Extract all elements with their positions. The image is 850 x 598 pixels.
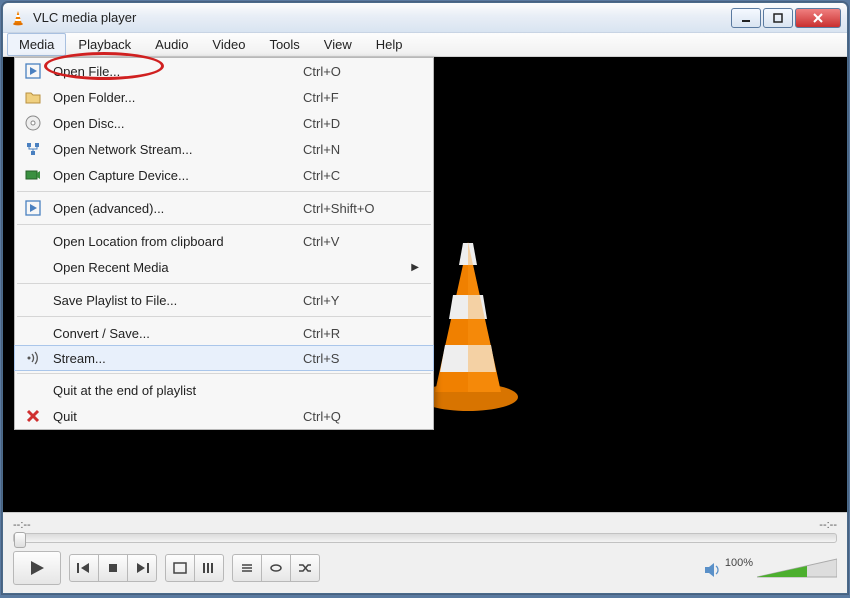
menu-item-label: Open Disc...	[53, 116, 303, 131]
menu-separator	[17, 316, 431, 317]
menu-item-label: Open File...	[53, 64, 303, 79]
menu-separator	[17, 283, 431, 284]
previous-button[interactable]	[69, 554, 99, 582]
menu-playback[interactable]: Playback	[66, 33, 143, 56]
loop-button[interactable]	[261, 554, 291, 582]
blank-icon	[21, 231, 45, 251]
menu-separator	[17, 373, 431, 374]
network-icon	[21, 139, 45, 159]
menu-item-label: Open Network Stream...	[53, 142, 303, 157]
shuffle-button[interactable]	[290, 554, 320, 582]
menu-view[interactable]: View	[312, 33, 364, 56]
menu-item-label: Open Capture Device...	[53, 168, 303, 183]
menu-item-label: Open Folder...	[53, 90, 303, 105]
disc-icon	[21, 113, 45, 133]
time-remaining: --:--	[819, 519, 837, 531]
stream-icon	[21, 348, 45, 368]
menu-item-label: Save Playlist to File...	[53, 293, 303, 308]
menu-item-shortcut: Ctrl+C	[303, 168, 423, 183]
menu-item-open-disc[interactable]: Open Disc...Ctrl+D	[15, 110, 433, 136]
menu-item-shortcut: Ctrl+N	[303, 142, 423, 157]
menu-item-shortcut: Ctrl+O	[303, 64, 423, 79]
menu-video[interactable]: Video	[200, 33, 257, 56]
menu-item-shortcut: Ctrl+Y	[303, 293, 423, 308]
blank-icon	[21, 290, 45, 310]
play-file-icon	[21, 61, 45, 81]
volume-control: 100%	[703, 557, 837, 579]
close-button[interactable]	[795, 8, 841, 28]
fullscreen-button[interactable]	[165, 554, 195, 582]
menu-item-quit-at-the-end-of-playlist[interactable]: Quit at the end of playlist	[15, 377, 433, 403]
menu-item-stream[interactable]: Stream...Ctrl+S	[14, 345, 434, 371]
menu-item-open-network-stream[interactable]: Open Network Stream...Ctrl+N	[15, 136, 433, 162]
playlist-group	[232, 554, 320, 582]
media-menu-dropdown: Open File...Ctrl+OOpen Folder...Ctrl+FOp…	[14, 57, 434, 430]
blank-icon	[21, 257, 45, 277]
menu-item-open-folder[interactable]: Open Folder...Ctrl+F	[15, 84, 433, 110]
menu-item-shortcut: Ctrl+D	[303, 116, 423, 131]
window-title: VLC media player	[33, 10, 731, 25]
capture-icon	[21, 165, 45, 185]
menu-item-convert-save[interactable]: Convert / Save...Ctrl+R	[15, 320, 433, 346]
menu-item-label: Quit at the end of playlist	[53, 383, 303, 398]
transport-controls: 100%	[13, 551, 837, 585]
menu-item-label: Open Recent Media	[53, 260, 303, 275]
mute-button[interactable]	[703, 561, 721, 579]
volume-slider[interactable]	[757, 557, 837, 579]
menu-item-label: Open Location from clipboard	[53, 234, 303, 249]
time-elapsed: --:--	[13, 519, 31, 531]
menu-item-quit[interactable]: QuitCtrl+Q	[15, 403, 433, 429]
menu-audio[interactable]: Audio	[143, 33, 200, 56]
submenu-arrow-icon: ▶	[303, 262, 423, 273]
menu-separator	[17, 224, 431, 225]
folder-icon	[21, 87, 45, 107]
extended-settings-button[interactable]	[194, 554, 224, 582]
seek-bar[interactable]	[13, 533, 837, 543]
blank-icon	[21, 380, 45, 400]
next-button[interactable]	[127, 554, 157, 582]
stop-button[interactable]	[98, 554, 128, 582]
view-group	[165, 554, 224, 582]
time-labels: --:-- --:--	[13, 519, 837, 531]
volume-percent: 100%	[725, 557, 753, 569]
menu-item-label: Convert / Save...	[53, 326, 303, 341]
menu-tools[interactable]: Tools	[257, 33, 311, 56]
maximize-button[interactable]	[763, 8, 793, 28]
menu-item-shortcut: Ctrl+S	[303, 351, 423, 366]
menu-item-save-playlist-to-file[interactable]: Save Playlist to File...Ctrl+Y	[15, 287, 433, 313]
menu-item-open-recent-media[interactable]: Open Recent Media▶	[15, 254, 433, 280]
menu-separator	[17, 191, 431, 192]
menu-item-label: Open (advanced)...	[53, 201, 303, 216]
quit-icon	[21, 406, 45, 426]
menu-item-open-capture-device[interactable]: Open Capture Device...Ctrl+C	[15, 162, 433, 188]
menu-item-open-file[interactable]: Open File...Ctrl+O	[15, 58, 433, 84]
playback-group	[69, 554, 157, 582]
menu-media[interactable]: Media	[7, 33, 66, 56]
titlebar: VLC media player	[3, 3, 847, 33]
controls-panel: --:-- --:--	[3, 512, 847, 593]
menu-item-shortcut: Ctrl+Q	[303, 409, 423, 424]
playlist-button[interactable]	[232, 554, 262, 582]
blank-icon	[21, 323, 45, 343]
menu-item-shortcut: Ctrl+Shift+O	[303, 201, 423, 216]
minimize-button[interactable]	[731, 8, 761, 28]
menu-item-open-location-from-clipboard[interactable]: Open Location from clipboardCtrl+V	[15, 228, 433, 254]
play-file-icon	[21, 198, 45, 218]
menu-item-shortcut: Ctrl+R	[303, 326, 423, 341]
menu-item-open-advanced[interactable]: Open (advanced)...Ctrl+Shift+O	[15, 195, 433, 221]
menubar: Media Playback Audio Video Tools View He…	[3, 33, 847, 57]
menu-help[interactable]: Help	[364, 33, 415, 56]
window-buttons	[731, 8, 841, 28]
menu-item-shortcut: Ctrl+F	[303, 90, 423, 105]
menu-item-shortcut: Ctrl+V	[303, 234, 423, 249]
menu-item-label: Stream...	[53, 351, 303, 366]
menu-item-label: Quit	[53, 409, 303, 424]
vlc-icon	[9, 9, 27, 27]
play-button[interactable]	[13, 551, 61, 585]
